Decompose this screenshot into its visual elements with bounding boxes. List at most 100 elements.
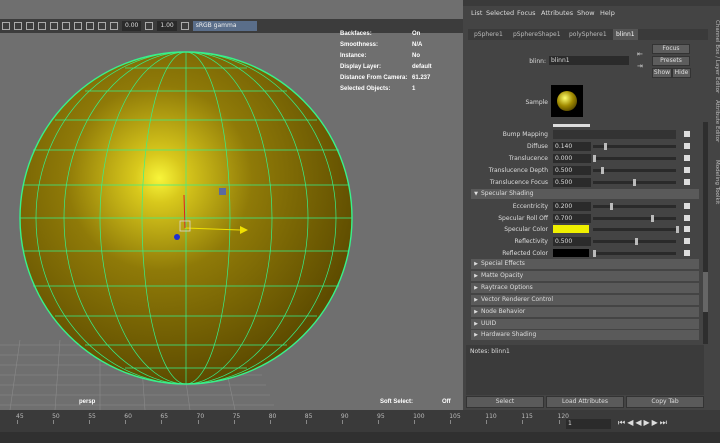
attribute-value-field[interactable]: 0.000 [553,154,591,163]
menu-item-focus[interactable]: Focus [517,9,536,17]
menu-item-list[interactable]: List [471,9,482,17]
section-special-effects[interactable]: ▶ Special Effects [471,259,699,269]
viewport-canvas[interactable] [0,0,463,410]
button-select[interactable]: Select [466,396,544,408]
section-hardware-shading[interactable]: ▶ Hardware Shading [471,330,699,341]
camera-icon[interactable] [2,22,10,30]
specular-slider[interactable] [593,205,676,208]
node-name-field[interactable]: blinn1 [549,56,629,65]
gamma-field[interactable]: 1.00 [157,21,177,31]
shadow-icon[interactable] [74,22,82,30]
range-slider[interactable] [0,432,720,443]
menu-item-show[interactable]: Show [577,9,595,17]
tick-label: 45 [16,413,24,420]
slider-handle[interactable] [633,179,636,186]
viewport-panel[interactable]: 0.00 1.00 sRGB gamma Backfaces: On Smoothn… [0,0,463,410]
collapsed-arrow-icon: ▶ [474,332,478,339]
map-texture-icon[interactable] [684,226,690,233]
show-button[interactable]: Show [652,68,672,78]
color-swatch[interactable] [553,225,589,234]
soft-select-value: Off [442,399,451,405]
notes-area[interactable]: Notes: blinn1 [466,345,704,395]
tick-label: 50 [52,413,60,420]
side-tab[interactable]: Attribute Editor [706,100,720,142]
section-label: Matte Opacity [481,271,524,279]
section-vector-renderer-control[interactable]: ▶ Vector Renderer Control [471,294,699,305]
map-texture-icon[interactable] [684,238,690,245]
color-slider[interactable] [593,228,676,232]
color-slider[interactable] [593,251,676,255]
notes-text: Notes: blinn1 [470,348,510,355]
specular-value-field[interactable]: 0.700 [553,213,591,223]
specular-value-field[interactable]: 0.500 [553,237,591,247]
isolate-icon[interactable] [86,22,94,30]
input-connection-icon[interactable]: ⇤ [637,50,643,58]
bump-mapping-field[interactable] [553,130,676,139]
attribute-value-field[interactable]: 0.140 [553,142,591,151]
map-texture-icon[interactable] [684,143,690,149]
hud-label: Backfaces: [340,31,372,37]
color-space-select[interactable]: sRGB gamma [192,21,257,31]
section-node-behavior[interactable]: ▶ Node Behavior [471,306,699,317]
color-swatch[interactable] [553,248,589,257]
section-specular-shading[interactable]: ▼ Specular Shading [471,189,699,199]
map-texture-icon[interactable] [684,203,690,209]
menu-item-attributes[interactable]: Attributes [541,9,573,17]
light-icon[interactable] [62,22,70,30]
attribute-label: Translucence Depth [488,167,548,174]
slider-handle[interactable] [604,143,608,150]
tick-label: 55 [88,413,96,420]
tab-blinn1[interactable]: blinn1 [613,29,638,40]
map-texture-icon[interactable] [684,249,690,256]
grid-icon[interactable] [14,22,22,30]
focus-button[interactable]: Focus [652,44,690,54]
sample-swatch[interactable] [551,85,583,117]
current-frame-field[interactable]: 1 [566,419,611,429]
map-texture-icon[interactable] [684,214,690,221]
attribute-value-field[interactable]: 0.500 [553,178,591,187]
tab-polysphere1[interactable]: polySphere1 [566,29,610,40]
map-texture-icon[interactable] [684,155,690,161]
side-tab[interactable]: Channel Box / Layer Editor [706,20,720,93]
tab-psphereshape1[interactable]: pSphereShape1 [510,29,564,40]
button-load-attributes[interactable]: Load Attributes [546,396,624,408]
menu-item-help[interactable]: Help [600,9,615,17]
section-uuid[interactable]: ▶ UUID [471,318,699,329]
wireframe-icon[interactable] [38,22,46,30]
xray-icon[interactable] [98,22,106,30]
attribute-slider[interactable] [593,169,676,172]
hide-button[interactable]: Hide [672,68,691,78]
slider-handle[interactable] [651,214,655,222]
scrollbar[interactable] [703,122,708,344]
presets-button[interactable]: Presets [652,56,690,66]
output-connection-icon[interactable]: ⇥ [637,62,643,70]
color-management-icon[interactable] [180,22,189,30]
slider-handle[interactable] [593,249,596,257]
tick-label: 65 [160,413,169,420]
tick-label: 105 [449,413,461,420]
menu-item-selected[interactable]: Selected [486,9,514,17]
slider-handle[interactable] [634,238,638,246]
specular-value-field[interactable]: 0.200 [553,202,591,211]
shaded-icon[interactable] [50,22,58,30]
tab-psphere1[interactable]: pSphere1 [471,29,506,40]
attribute-value-field[interactable]: 0.500 [553,166,591,175]
map-texture-icon[interactable] [684,131,690,137]
section-raytrace-options[interactable]: ▶ Raytrace Options [471,282,699,293]
film-gate-icon[interactable] [26,22,34,30]
map-texture-icon[interactable] [684,167,690,173]
slider-handle[interactable] [609,203,613,210]
slider-handle[interactable] [676,226,679,234]
playback-controls[interactable]: ⏮◀◀▶▶⏭ [618,418,669,428]
button-copy-tab[interactable]: Copy Tab [626,396,704,408]
slider-handle[interactable] [593,155,596,162]
attribute-slider[interactable] [593,157,676,160]
map-texture-icon[interactable] [684,179,690,185]
slider-handle[interactable] [601,167,604,174]
section-matte-opacity[interactable]: ▶ Matte Opacity [471,270,699,281]
exposure-icon[interactable] [110,22,118,30]
side-tab[interactable]: Modeling Toolkit [706,160,720,204]
specular-slider[interactable] [593,216,676,220]
gamma-icon[interactable] [145,22,154,30]
exposure-field[interactable]: 0.00 [122,21,142,31]
